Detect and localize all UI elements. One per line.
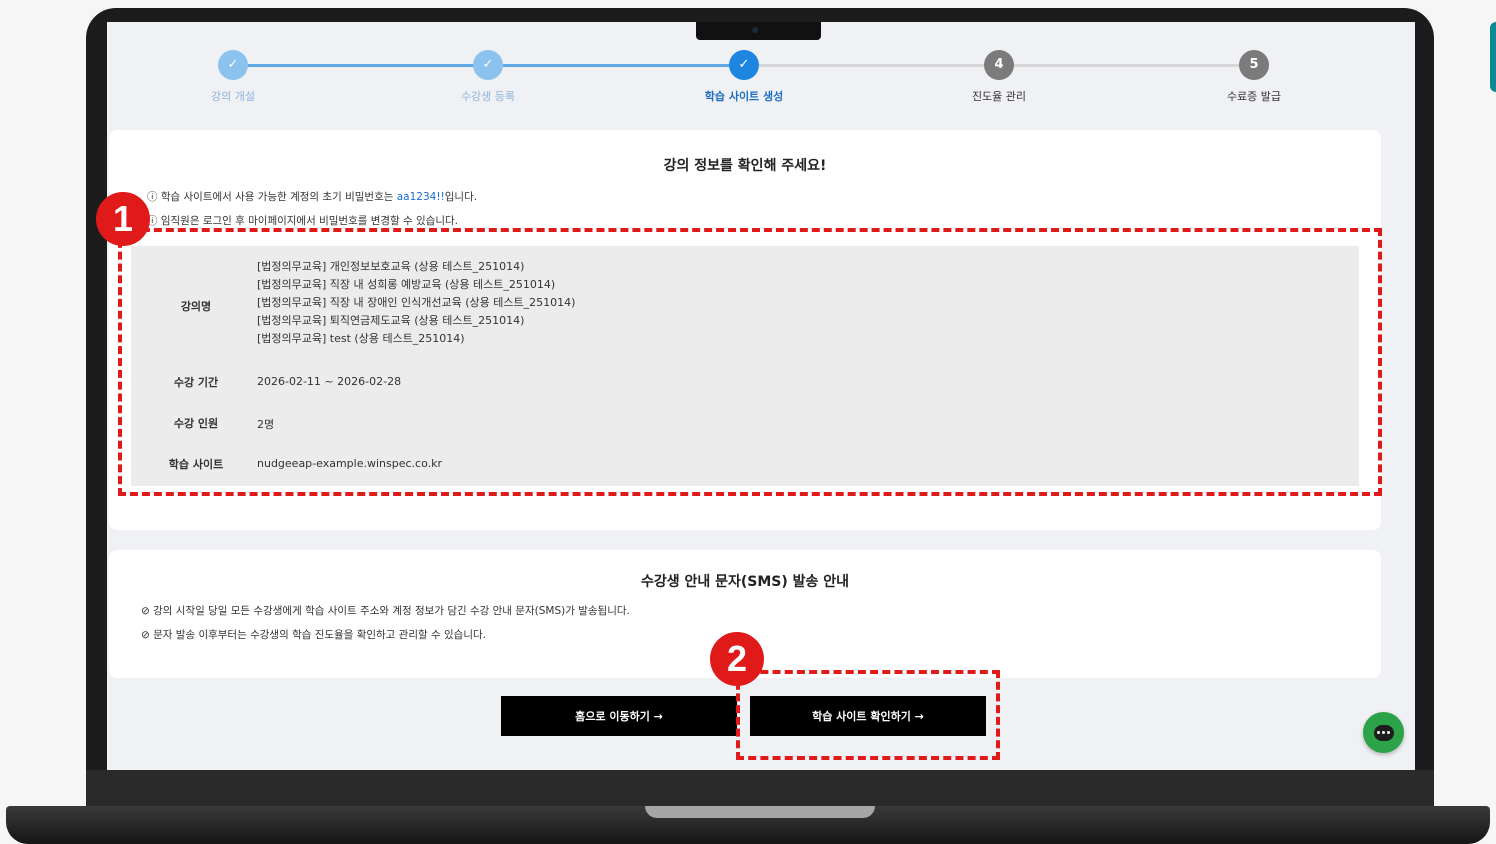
sms-notice-line: ⊘ 문자 발송 이후부터는 수강생의 학습 진도율을 확인하고 관리할 수 있습… — [141, 629, 486, 641]
initial-password: aa1234!! — [396, 191, 445, 203]
step-student-register[interactable]: ✓ 수강생 등록 — [428, 50, 548, 104]
step-label: 수료증 발급 — [1226, 90, 1282, 103]
step-label: 진도율 관리 — [971, 90, 1027, 103]
highlight-box-course-info — [118, 228, 1382, 496]
step-number: 5 — [1239, 50, 1269, 80]
background-accent — [1490, 22, 1496, 92]
step-certificate[interactable]: 5 수료증 발급 — [1194, 50, 1314, 104]
camera-notch — [696, 22, 821, 40]
step-label: 학습 사이트 생성 — [704, 90, 784, 103]
check-circle-icon: ⊘ — [141, 629, 154, 641]
check-icon: ✓ — [473, 50, 503, 80]
course-info-title: 강의 정보를 확인해 주세요! — [663, 158, 827, 174]
laptop-hinge-notch — [645, 806, 875, 818]
check-circle-icon: ⊘ — [141, 605, 154, 617]
check-icon: ✓ — [218, 50, 248, 80]
chat-icon — [1373, 724, 1394, 741]
check-icon: ✓ — [729, 50, 759, 80]
highlight-box-site-button — [736, 670, 1000, 760]
info-circle-icon: ⓘ — [147, 191, 161, 203]
sms-notice-line: ⊘ 강의 시작일 당일 모든 수강생에게 학습 사이트 주소와 계정 정보가 담… — [141, 605, 630, 617]
annotation-badge-2: 2 — [710, 632, 764, 686]
step-progress-manage[interactable]: 4 진도율 관리 — [939, 50, 1059, 104]
password-notice: ⓘ 학습 사이트에서 사용 가능한 계정의 초기 비밀번호는 aa1234!!입… — [147, 191, 478, 203]
password-change-notice: ⓘ 임직원은 로그인 후 마이페이지에서 비밀번호를 변경할 수 있습니다. — [147, 215, 459, 227]
camera-icon — [752, 27, 758, 33]
sms-notice-title: 수강생 안내 문자(SMS) 발송 안내 — [640, 574, 850, 590]
step-learning-site[interactable]: ✓ 학습 사이트 생성 — [684, 50, 804, 104]
chat-button[interactable] — [1363, 712, 1404, 753]
step-label: 강의 개설 — [211, 90, 255, 103]
step-course-open[interactable]: ✓ 강의 개설 — [173, 50, 293, 104]
step-label: 수강생 등록 — [460, 90, 516, 103]
annotation-badge-1: 1 — [96, 192, 150, 246]
step-number: 4 — [984, 50, 1014, 80]
go-home-button[interactable]: 홈으로 이동하기 → — [501, 696, 737, 736]
